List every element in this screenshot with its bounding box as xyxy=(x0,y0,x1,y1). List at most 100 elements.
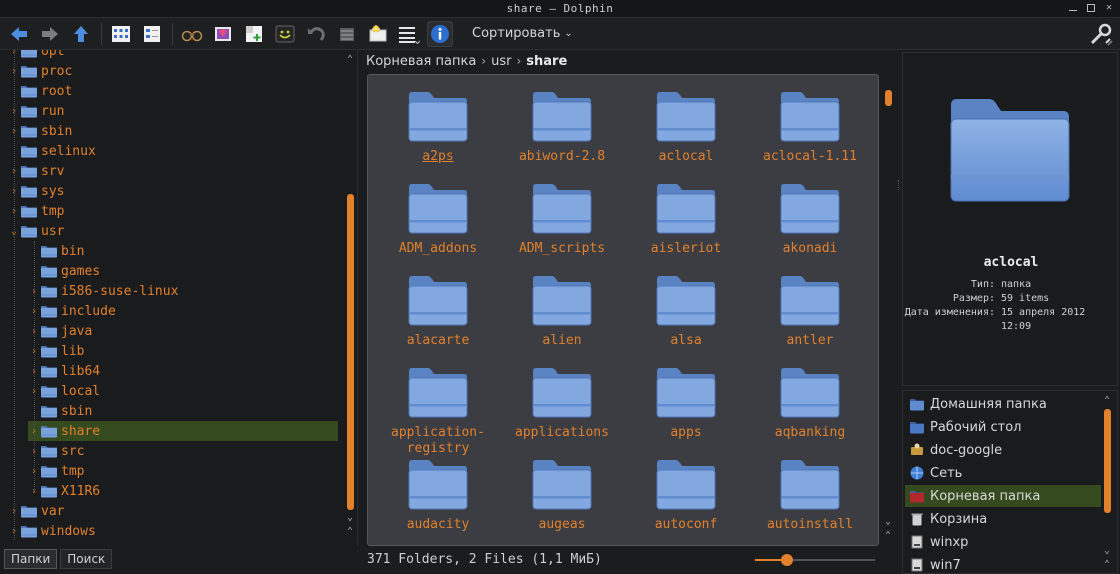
preview-button[interactable] xyxy=(210,21,236,47)
tree-item[interactable]: › srv xyxy=(8,161,338,181)
file-item[interactable]: autoinstall xyxy=(748,457,872,533)
tree-item[interactable]: › local xyxy=(28,381,338,401)
file-item[interactable]: aqbanking xyxy=(748,365,872,441)
tree-item[interactable]: › X11R6 xyxy=(28,481,338,501)
tree-item[interactable]: root xyxy=(8,81,338,101)
place-item[interactable]: win7 xyxy=(905,554,1101,573)
file-item-label: augeas xyxy=(500,517,624,533)
chevron-up-icon[interactable]: ⌃ xyxy=(1101,395,1113,407)
chevron-down-icon[interactable]: ⌄ xyxy=(882,516,894,528)
zoom-slider[interactable] xyxy=(755,554,875,566)
file-item[interactable]: alsa xyxy=(624,273,748,349)
details-view-button[interactable] xyxy=(139,21,165,47)
file-item[interactable]: aclocal-1.11 xyxy=(748,89,872,165)
tree-item[interactable]: › include xyxy=(28,301,338,321)
place-item[interactable]: Корневая папка xyxy=(905,485,1101,507)
tree-item[interactable]: › proc xyxy=(8,61,338,81)
breadcrumb-usr[interactable]: usr xyxy=(491,54,511,69)
tree-item[interactable]: sbin xyxy=(28,401,338,421)
back-button[interactable] xyxy=(6,21,32,47)
tree-item[interactable]: › i586-suse-linux xyxy=(28,281,338,301)
file-view[interactable]: a2ps abiword-2.8 aclocal aclocal-1.11 ADM_ad… xyxy=(367,74,879,546)
split-view-button[interactable] xyxy=(241,21,267,47)
terminal-button[interactable] xyxy=(272,21,298,47)
chevron-down-icon[interactable]: ⌄ xyxy=(344,512,356,524)
file-item[interactable]: ADM_scripts xyxy=(500,181,624,257)
file-item[interactable]: antler xyxy=(748,273,872,349)
tab-search[interactable]: Поиск xyxy=(60,549,113,569)
file-item[interactable]: abiword-2.8 xyxy=(500,89,624,165)
tree-item[interactable]: › var xyxy=(8,501,338,521)
file-item[interactable]: a2ps xyxy=(376,89,500,165)
file-item[interactable]: applications xyxy=(500,365,624,441)
file-item[interactable]: audacity xyxy=(376,457,500,533)
file-item[interactable]: akonadi xyxy=(748,181,872,257)
up-button[interactable] xyxy=(68,21,94,47)
file-item[interactable]: autoconf xyxy=(624,457,748,533)
tree-item[interactable]: › lib64 xyxy=(28,361,338,381)
file-item[interactable]: augeas xyxy=(500,457,624,533)
place-item[interactable]: Рабочий стол xyxy=(905,416,1101,438)
tree-item[interactable]: ⌄ usr xyxy=(8,221,338,241)
tree-item[interactable]: › lib xyxy=(28,341,338,361)
tree-item[interactable]: › sys xyxy=(8,181,338,201)
file-item[interactable]: apps xyxy=(624,365,748,441)
chevron-up-icon[interactable]: ⌃ xyxy=(344,526,356,538)
place-item[interactable]: winxp xyxy=(905,531,1101,553)
chevron-down-icon[interactable]: ⌄ xyxy=(1101,545,1113,557)
tree-scrollbar[interactable]: ⌃ ⌄ ⌃ xyxy=(344,52,356,542)
find-button[interactable] xyxy=(179,21,205,47)
view-scrollbar[interactable]: ⌄ ⌃ xyxy=(882,76,894,544)
file-item[interactable]: alacarte xyxy=(376,273,500,349)
sort-by-button[interactable]: Сортировать ⌄ xyxy=(472,26,573,41)
tree-item[interactable]: bin xyxy=(28,241,338,261)
places-scrollbar[interactable]: ⌃ ⌄ ⌃ xyxy=(1101,393,1113,573)
view-options-button[interactable] xyxy=(396,21,422,47)
tree-item[interactable]: › opt xyxy=(8,50,338,61)
tab-folders[interactable]: Папки xyxy=(4,549,58,569)
info-row-key: Тип: xyxy=(970,279,995,290)
tree-item[interactable]: selinux xyxy=(8,141,338,161)
configure-button[interactable] xyxy=(1088,21,1114,51)
tree-item[interactable]: › src xyxy=(28,441,338,461)
file-item-label-line: alsa xyxy=(670,333,702,348)
close-button[interactable]: ✕ xyxy=(1104,3,1114,13)
places-scrollbar-thumb[interactable] xyxy=(1104,409,1111,513)
tree-item[interactable]: › windows xyxy=(8,521,338,541)
place-item[interactable]: doc-google xyxy=(905,439,1101,461)
minimize-button[interactable] xyxy=(1068,3,1078,13)
undo-button[interactable] xyxy=(303,21,329,47)
tree-item-label: i586-suse-linux xyxy=(61,283,179,299)
information-button[interactable] xyxy=(427,20,453,47)
tree-item[interactable]: games xyxy=(28,261,338,281)
file-item[interactable]: aisleriot xyxy=(624,181,748,257)
file-item[interactable]: application-registry xyxy=(376,365,500,457)
new-folder-button[interactable] xyxy=(365,21,391,47)
place-item[interactable]: Домашняя папка xyxy=(905,393,1101,415)
breadcrumb-current[interactable]: share xyxy=(526,54,567,69)
place-item[interactable]: Корзина xyxy=(905,508,1101,530)
chevron-up-icon[interactable]: ⌃ xyxy=(1101,559,1113,571)
tree-item[interactable]: › share xyxy=(28,421,338,441)
move-to-trash-button[interactable] xyxy=(334,21,360,47)
place-item[interactable]: Сеть xyxy=(905,462,1101,484)
tree-item[interactable]: › tmp xyxy=(28,461,338,481)
tree-item[interactable]: › run xyxy=(8,101,338,121)
chevron-up-icon[interactable]: ⌃ xyxy=(882,530,894,542)
panel-splitter[interactable] xyxy=(898,180,901,190)
tree-scrollbar-thumb[interactable] xyxy=(347,194,354,510)
view-scrollbar-thumb[interactable] xyxy=(885,90,892,106)
forward-button[interactable] xyxy=(37,21,63,47)
maximize-button[interactable] xyxy=(1086,3,1096,13)
file-item[interactable]: ADM_addons xyxy=(376,181,500,257)
undo-icon xyxy=(308,26,325,41)
tree-item[interactable]: › sbin xyxy=(8,121,338,141)
chevron-up-icon[interactable]: ⌃ xyxy=(344,54,356,66)
file-item[interactable]: aclocal xyxy=(624,89,748,165)
folder-icon xyxy=(656,92,716,142)
file-item[interactable]: alien xyxy=(500,273,624,349)
icons-view-button[interactable] xyxy=(108,21,134,47)
breadcrumb-root[interactable]: Корневая папка xyxy=(366,54,476,69)
tree-item[interactable]: › tmp xyxy=(8,201,338,221)
tree-item[interactable]: › java xyxy=(28,321,338,341)
